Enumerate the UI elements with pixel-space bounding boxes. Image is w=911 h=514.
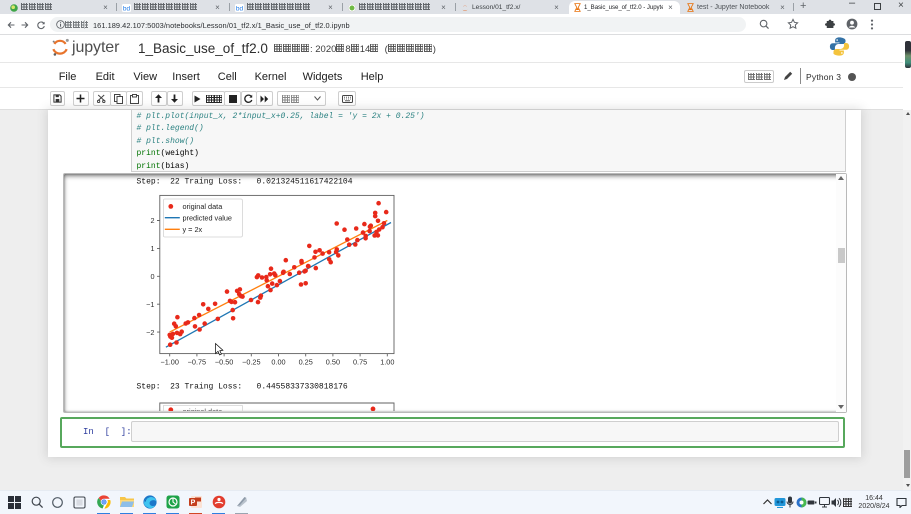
svg-text:predicted value: predicted value — [183, 213, 233, 222]
svg-text:0.50: 0.50 — [326, 358, 340, 367]
svg-text:2: 2 — [150, 216, 154, 225]
svg-text:−0.50: −0.50 — [215, 358, 233, 367]
svg-text:original data: original data — [183, 202, 224, 211]
svg-text:bd: bd — [236, 5, 244, 12]
svg-text:−2: −2 — [146, 328, 154, 337]
svg-text:0.75: 0.75 — [353, 358, 367, 367]
svg-text:−1.00: −1.00 — [160, 358, 178, 367]
svg-text:0.00: 0.00 — [271, 358, 285, 367]
svg-text:bd: bd — [123, 5, 131, 12]
svg-text:0.25: 0.25 — [299, 358, 313, 367]
svg-text:−1: −1 — [146, 300, 154, 309]
svg-text:Step: 23 Traing Loss: 0.445: Step: 23 Traing Loss: 0.4455833733081817… — [137, 383, 348, 392]
svg-text:1: 1 — [150, 244, 154, 253]
svg-text:P: P — [191, 500, 196, 507]
svg-text:−0.25: −0.25 — [242, 358, 260, 367]
svg-text:y = 2x: y = 2x — [183, 225, 203, 234]
svg-text:original data: original data — [183, 407, 224, 411]
svg-text:Step: 22 Traing Loss: 0.021: Step: 22 Traing Loss: 0.0213245116174221… — [137, 178, 353, 187]
svg-text:−0.75: −0.75 — [188, 358, 206, 367]
svg-text:0: 0 — [150, 272, 154, 281]
svg-text:1.00: 1.00 — [380, 358, 394, 367]
